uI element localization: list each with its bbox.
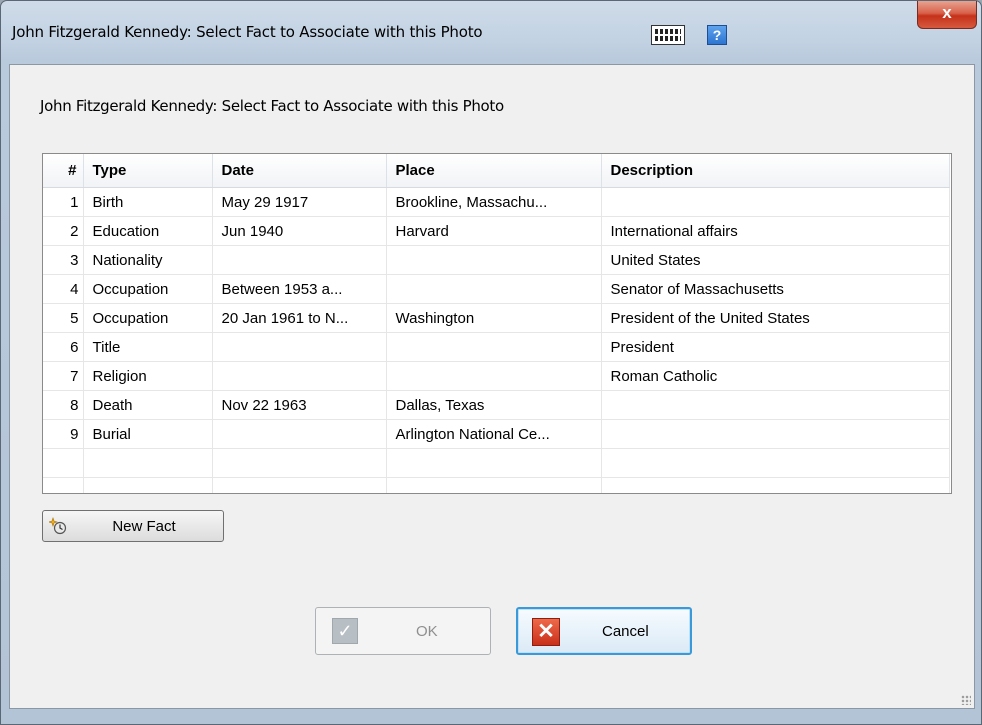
cell-type: Education <box>83 216 213 246</box>
empty-cell <box>83 448 213 478</box>
empty-cell <box>212 448 387 478</box>
cell-number: 5 <box>43 303 84 333</box>
keyboard-icon[interactable] <box>651 25 685 45</box>
cell-date: Jun 1940 <box>212 216 387 246</box>
dialog-window: John Fitzgerald Kennedy: Select Fact to … <box>0 0 982 725</box>
ok-label: OK <box>416 623 438 640</box>
empty-table-row <box>43 448 950 478</box>
cell-description <box>601 187 950 217</box>
table-row[interactable]: 1 Birth May 29 1917 Brookline, Massachu... <box>43 187 950 217</box>
cell-type: Nationality <box>83 245 213 275</box>
ok-button[interactable]: ✓ OK <box>315 607 491 655</box>
cancel-label: Cancel <box>602 623 649 640</box>
cell-type: Death <box>83 390 213 420</box>
table-row[interactable]: 6 Title President <box>43 332 950 362</box>
cell-description: United States <box>601 245 950 275</box>
cell-description: President <box>601 332 950 362</box>
empty-cell <box>601 448 950 478</box>
cell-date <box>212 332 387 362</box>
cell-date: Between 1953 a... <box>212 274 387 304</box>
cell-type: Occupation <box>83 274 213 304</box>
cell-number: 8 <box>43 390 84 420</box>
new-fact-button[interactable]: New Fact <box>42 510 224 542</box>
cell-description: Senator of Massachusetts <box>601 274 950 304</box>
close-button[interactable]: x <box>917 1 977 29</box>
cell-place: Washington <box>386 303 602 333</box>
cell-number: 7 <box>43 361 84 391</box>
help-icon[interactable]: ? <box>707 25 727 45</box>
cell-number: 4 <box>43 274 84 304</box>
empty-cell <box>386 448 602 478</box>
dialog-heading: John Fitzgerald Kennedy: Select Fact to … <box>40 97 504 115</box>
empty-cell <box>83 477 213 493</box>
window-title: John Fitzgerald Kennedy: Select Fact to … <box>12 23 483 41</box>
empty-cell <box>386 477 602 493</box>
table-row[interactable]: 9 Burial Arlington National Ce... <box>43 419 950 449</box>
cell-description: President of the United States <box>601 303 950 333</box>
column-header-date[interactable]: Date <box>212 154 387 188</box>
empty-table-row <box>43 477 950 493</box>
table-row[interactable]: 7 Religion Roman Catholic <box>43 361 950 391</box>
cell-description <box>601 419 950 449</box>
cell-place: Brookline, Massachu... <box>386 187 602 217</box>
cell-date: 20 Jan 1961 to N... <box>212 303 387 333</box>
checkmark-icon: ✓ <box>332 618 358 644</box>
cell-number: 1 <box>43 187 84 217</box>
cell-date: Nov 22 1963 <box>212 390 387 420</box>
cell-place: Harvard <box>386 216 602 246</box>
cell-place: Dallas, Texas <box>386 390 602 420</box>
cell-description: Roman Catholic <box>601 361 950 391</box>
cell-date <box>212 419 387 449</box>
cancel-button[interactable]: ✕ Cancel <box>516 607 692 655</box>
cell-description <box>601 390 950 420</box>
cell-place <box>386 274 602 304</box>
table-row[interactable]: 8 Death Nov 22 1963 Dallas, Texas <box>43 390 950 420</box>
cell-type: Occupation <box>83 303 213 333</box>
cell-type: Religion <box>83 361 213 391</box>
table-row[interactable]: 4 Occupation Between 1953 a... Senator of M… <box>43 274 950 304</box>
table-row[interactable]: 5 Occupation 20 Jan 1961 to N... Washington… <box>43 303 950 333</box>
cell-description: International affairs <box>601 216 950 246</box>
empty-cell <box>601 477 950 493</box>
cell-number: 6 <box>43 332 84 362</box>
cell-date <box>212 245 387 275</box>
column-header-place[interactable]: Place <box>386 154 602 188</box>
empty-cell <box>43 448 84 478</box>
column-header-type[interactable]: Type <box>83 154 213 188</box>
empty-cell <box>212 477 387 493</box>
resize-grip[interactable] <box>961 695 971 705</box>
cell-place <box>386 245 602 275</box>
column-header-number[interactable]: # <box>43 154 84 188</box>
cell-type: Title <box>83 332 213 362</box>
table-row[interactable]: 3 Nationality United States <box>43 245 950 275</box>
facts-table[interactable]: # Type Date Place Description 1 Birth May … <box>42 153 952 494</box>
cell-date: May 29 1917 <box>212 187 387 217</box>
table-header-row: # Type Date Place Description <box>43 154 950 188</box>
table-row[interactable]: 2 Education Jun 1940 Harvard International a… <box>43 216 950 246</box>
cell-date <box>212 361 387 391</box>
empty-cell <box>43 477 84 493</box>
cell-number: 9 <box>43 419 84 449</box>
cell-place <box>386 332 602 362</box>
cancel-x-icon: ✕ <box>532 618 560 646</box>
cell-type: Birth <box>83 187 213 217</box>
title-bar[interactable]: John Fitzgerald Kennedy: Select Fact to … <box>1 1 981 65</box>
column-header-description[interactable]: Description <box>601 154 950 188</box>
cell-place: Arlington National Ce... <box>386 419 602 449</box>
cell-number: 2 <box>43 216 84 246</box>
cell-number: 3 <box>43 245 84 275</box>
cell-type: Burial <box>83 419 213 449</box>
cell-place <box>386 361 602 391</box>
new-fact-label: New Fact <box>112 518 176 535</box>
dialog-body: John Fitzgerald Kennedy: Select Fact to … <box>9 64 975 709</box>
